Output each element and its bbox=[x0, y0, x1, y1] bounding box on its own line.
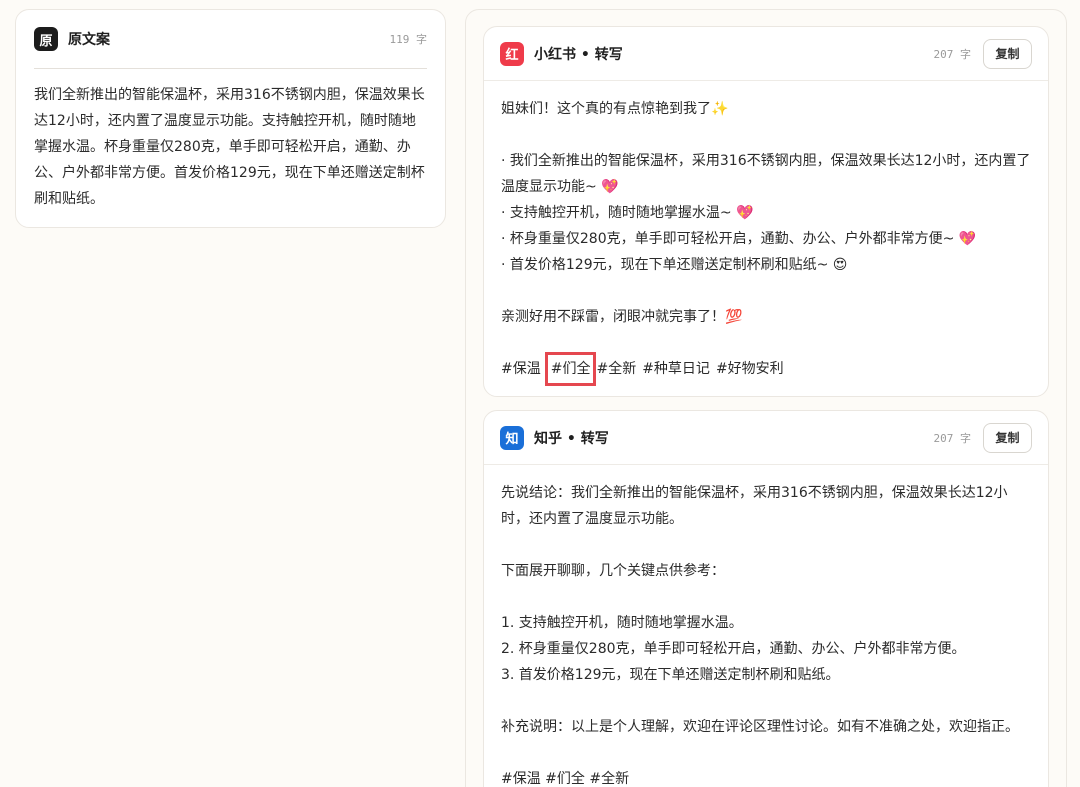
original-line: 达12小时，还内置了温度显示功能。支持触控开机，随时随地 bbox=[34, 113, 416, 129]
zhihu-char-count: 207 字 bbox=[933, 431, 972, 445]
zhihu-note: 补充说明：以上是个人理解，欢迎在评论区理性讨论。如有不准确之处，欢迎指正。 bbox=[501, 719, 1019, 735]
hashtag-highlighted[interactable]: #们全 bbox=[544, 352, 597, 386]
hashtag[interactable]: #好物安利 bbox=[716, 356, 784, 382]
original-line: 掌握水温。杯身重量仅280克，单手即可轻松开启，通勤、办 bbox=[34, 139, 411, 155]
xiaohongshu-intro: 姐妹们！这个真的有点惊艳到我了✨ bbox=[501, 101, 729, 117]
original-title: 原文案 bbox=[68, 32, 110, 48]
xiaohongshu-tag-list: #保温 #们全 #全新 #种草日记 #好物安利 bbox=[501, 352, 1034, 386]
zhihu-point: 1. 支持触控开机，随时随地掌握水温。 bbox=[501, 615, 743, 631]
zhihu-title: 知乎 • 转写 bbox=[534, 430, 609, 447]
xiaohongshu-bullet: · 支持触控开机，随时随地掌握水温~ 💖 bbox=[501, 205, 754, 221]
zhihu-copy-button[interactable]: 复制 bbox=[983, 422, 1032, 453]
xiaohongshu-title: 小红书 • 转写 bbox=[534, 46, 623, 63]
original-text: 我们全新推出的智能保温杯，采用316不锈钢内胆，保温效果长 达12小时，还内置了… bbox=[34, 82, 429, 212]
xiaohongshu-bullet: 温度显示功能~ 💖 bbox=[501, 179, 619, 195]
original-badge-icon: 原 bbox=[34, 27, 58, 51]
xiaohongshu-bullet: · 我们全新推出的智能保温杯，采用316不锈钢内胆，保温效果长达12小时，还内置… bbox=[501, 153, 1031, 169]
xiaohongshu-char-count: 207 字 bbox=[933, 47, 972, 61]
original-copy-card: 原 原文案 119 字 我们全新推出的智能保温杯，采用316不锈钢内胆，保温效果… bbox=[15, 9, 446, 228]
zhihu-tags: #保温 #们全 #全新 bbox=[501, 771, 630, 787]
xiaohongshu-bullet: · 杯身重量仅280克，单手即可轻松开启，通勤、办公、户外都非常方便~ 💖 bbox=[501, 231, 977, 247]
xiaohongshu-rewrite-card: 红 小红书 • 转写 207 字 复制 姐妹们！这个真的有点惊艳到我了✨ · 我… bbox=[483, 26, 1049, 397]
zhihu-point: 3. 首发价格129元，现在下单还赠送定制杯刷和贴纸。 bbox=[501, 667, 840, 683]
original-line: 公、户外都非常方便。首发价格129元，现在下单还赠送定制杯 bbox=[34, 165, 425, 181]
zhihu-text: 先说结论：我们全新推出的智能保温杯，采用316不锈钢内胆，保温效果长达12小 时… bbox=[501, 480, 1034, 787]
original-char-count: 119 字 bbox=[389, 33, 428, 46]
original-card-header: 原 原文案 119 字 bbox=[34, 10, 427, 69]
xiaohongshu-card-header: 红 小红书 • 转写 207 字 复制 bbox=[484, 27, 1048, 81]
zhihu-rewrite-card: 知 知乎 • 转写 207 字 复制 先说结论：我们全新推出的智能保温杯，采用3… bbox=[483, 410, 1049, 787]
original-line: 刷和贴纸。 bbox=[34, 191, 104, 207]
zhihu-expand-line: 下面展开聊聊，几个关键点供参考： bbox=[501, 563, 725, 579]
zhihu-card-header: 知 知乎 • 转写 207 字 复制 bbox=[484, 411, 1048, 465]
xiaohongshu-bullet: · 首发价格129元，现在下单还赠送定制杯刷和贴纸~ 😍 bbox=[501, 257, 848, 273]
zhihu-conclusion-line: 先说结论：我们全新推出的智能保温杯，采用316不锈钢内胆，保温效果长达12小 bbox=[501, 485, 1008, 501]
xiaohongshu-copy-button[interactable]: 复制 bbox=[983, 38, 1032, 69]
hashtag[interactable]: #全新 bbox=[596, 356, 636, 382]
xiaohongshu-text: 姐妹们！这个真的有点惊艳到我了✨ · 我们全新推出的智能保温杯，采用316不锈钢… bbox=[501, 96, 1034, 386]
xiaohongshu-badge-icon: 红 bbox=[500, 41, 524, 66]
zhihu-point: 2. 杯身重量仅280克，单手即可轻松开启，通勤、办公、户外都非常方便。 bbox=[501, 641, 966, 657]
original-line: 我们全新推出的智能保温杯，采用316不锈钢内胆，保温效果长 bbox=[34, 87, 425, 103]
hashtag[interactable]: #种草日记 bbox=[642, 356, 710, 382]
zhihu-conclusion-line: 时，还内置了温度显示功能。 bbox=[501, 511, 683, 527]
zhihu-badge-icon: 知 bbox=[500, 425, 524, 450]
hashtag[interactable]: #保温 bbox=[501, 356, 541, 382]
xiaohongshu-outro: 亲测好用不踩雷，闭眼冲就完事了！💯 bbox=[501, 309, 743, 325]
